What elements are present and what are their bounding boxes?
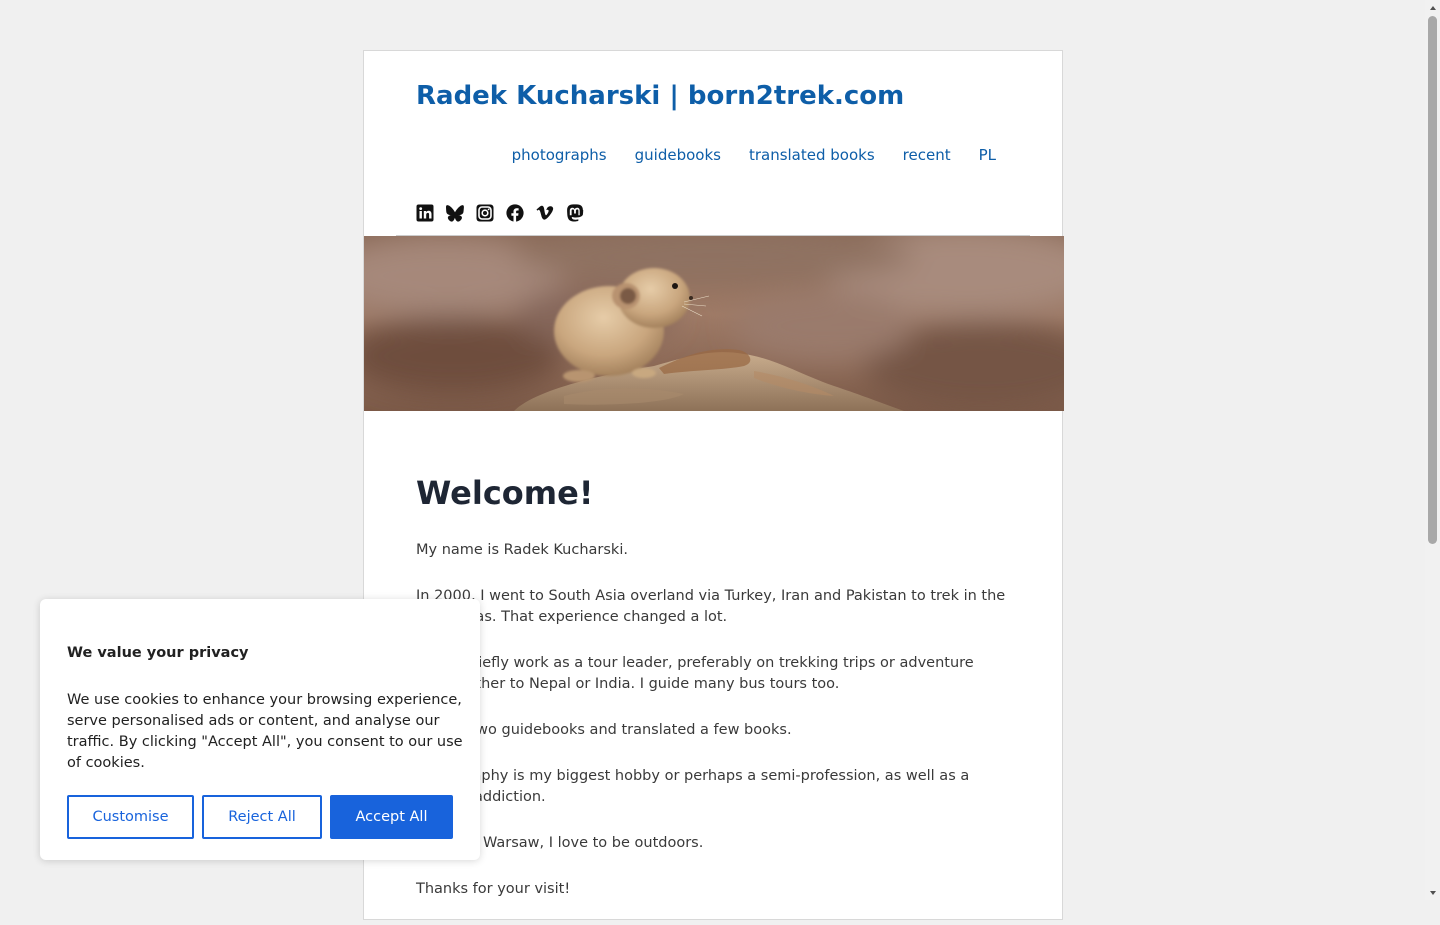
paragraph: Based in Warsaw, I love to be outdoors. — [416, 835, 704, 851]
paragraph: Thanks for your visit! — [416, 881, 571, 897]
instagram-icon[interactable] — [476, 204, 494, 222]
social-links — [416, 204, 584, 222]
paragraph: In 2000, I went to South Asia overland v… — [416, 588, 1006, 625]
intro-text: My name is Radek Kucharski. In 2000, I w… — [416, 540, 1006, 925]
nav-item-guidebooks[interactable]: guidebooks — [635, 146, 721, 164]
paragraph: Now I chiefly work as a tour leader, pre… — [416, 655, 974, 692]
scrollbar-thumb[interactable] — [1428, 16, 1437, 544]
nav-item-recent[interactable]: recent — [903, 146, 951, 164]
cookie-description: We use cookies to enhance your browsing … — [67, 692, 463, 771]
nav-item-pl[interactable]: PL — [979, 146, 996, 164]
bluesky-icon[interactable] — [446, 204, 464, 222]
scroll-up-arrow-icon[interactable] — [1425, 0, 1440, 15]
vertical-scrollbar[interactable] — [1425, 0, 1440, 900]
welcome-heading: Welcome! — [416, 474, 594, 512]
paragraph: My name is Radek Kucharski. — [416, 542, 628, 558]
nav-item-photographs[interactable]: photographs — [512, 146, 607, 164]
scroll-down-arrow-icon[interactable] — [1425, 885, 1440, 900]
accept-all-button[interactable]: Accept All — [330, 795, 453, 839]
paragraph: I wrote two guidebooks and translated a … — [416, 722, 792, 738]
facebook-icon[interactable] — [506, 204, 524, 222]
nav-item-translated-books[interactable]: translated books — [749, 146, 875, 164]
cookie-title: We value your privacy — [67, 645, 249, 661]
cookie-actions: Customise Reject All Accept All — [67, 795, 453, 839]
linkedin-icon[interactable] — [416, 204, 434, 222]
main-nav: photographs guidebooks translated books … — [512, 146, 996, 164]
customise-button[interactable]: Customise — [67, 795, 194, 839]
site-title[interactable]: Radek Kucharski | born2trek.com — [416, 81, 904, 111]
hero-image — [364, 236, 1064, 411]
reject-all-button[interactable]: Reject All — [202, 795, 322, 839]
vimeo-icon[interactable] — [536, 204, 554, 222]
paragraph: Photography is my biggest hobby or perha… — [416, 768, 970, 805]
cookie-consent-banner: We value your privacy We use cookies to … — [40, 599, 480, 860]
mastodon-icon[interactable] — [566, 204, 584, 222]
